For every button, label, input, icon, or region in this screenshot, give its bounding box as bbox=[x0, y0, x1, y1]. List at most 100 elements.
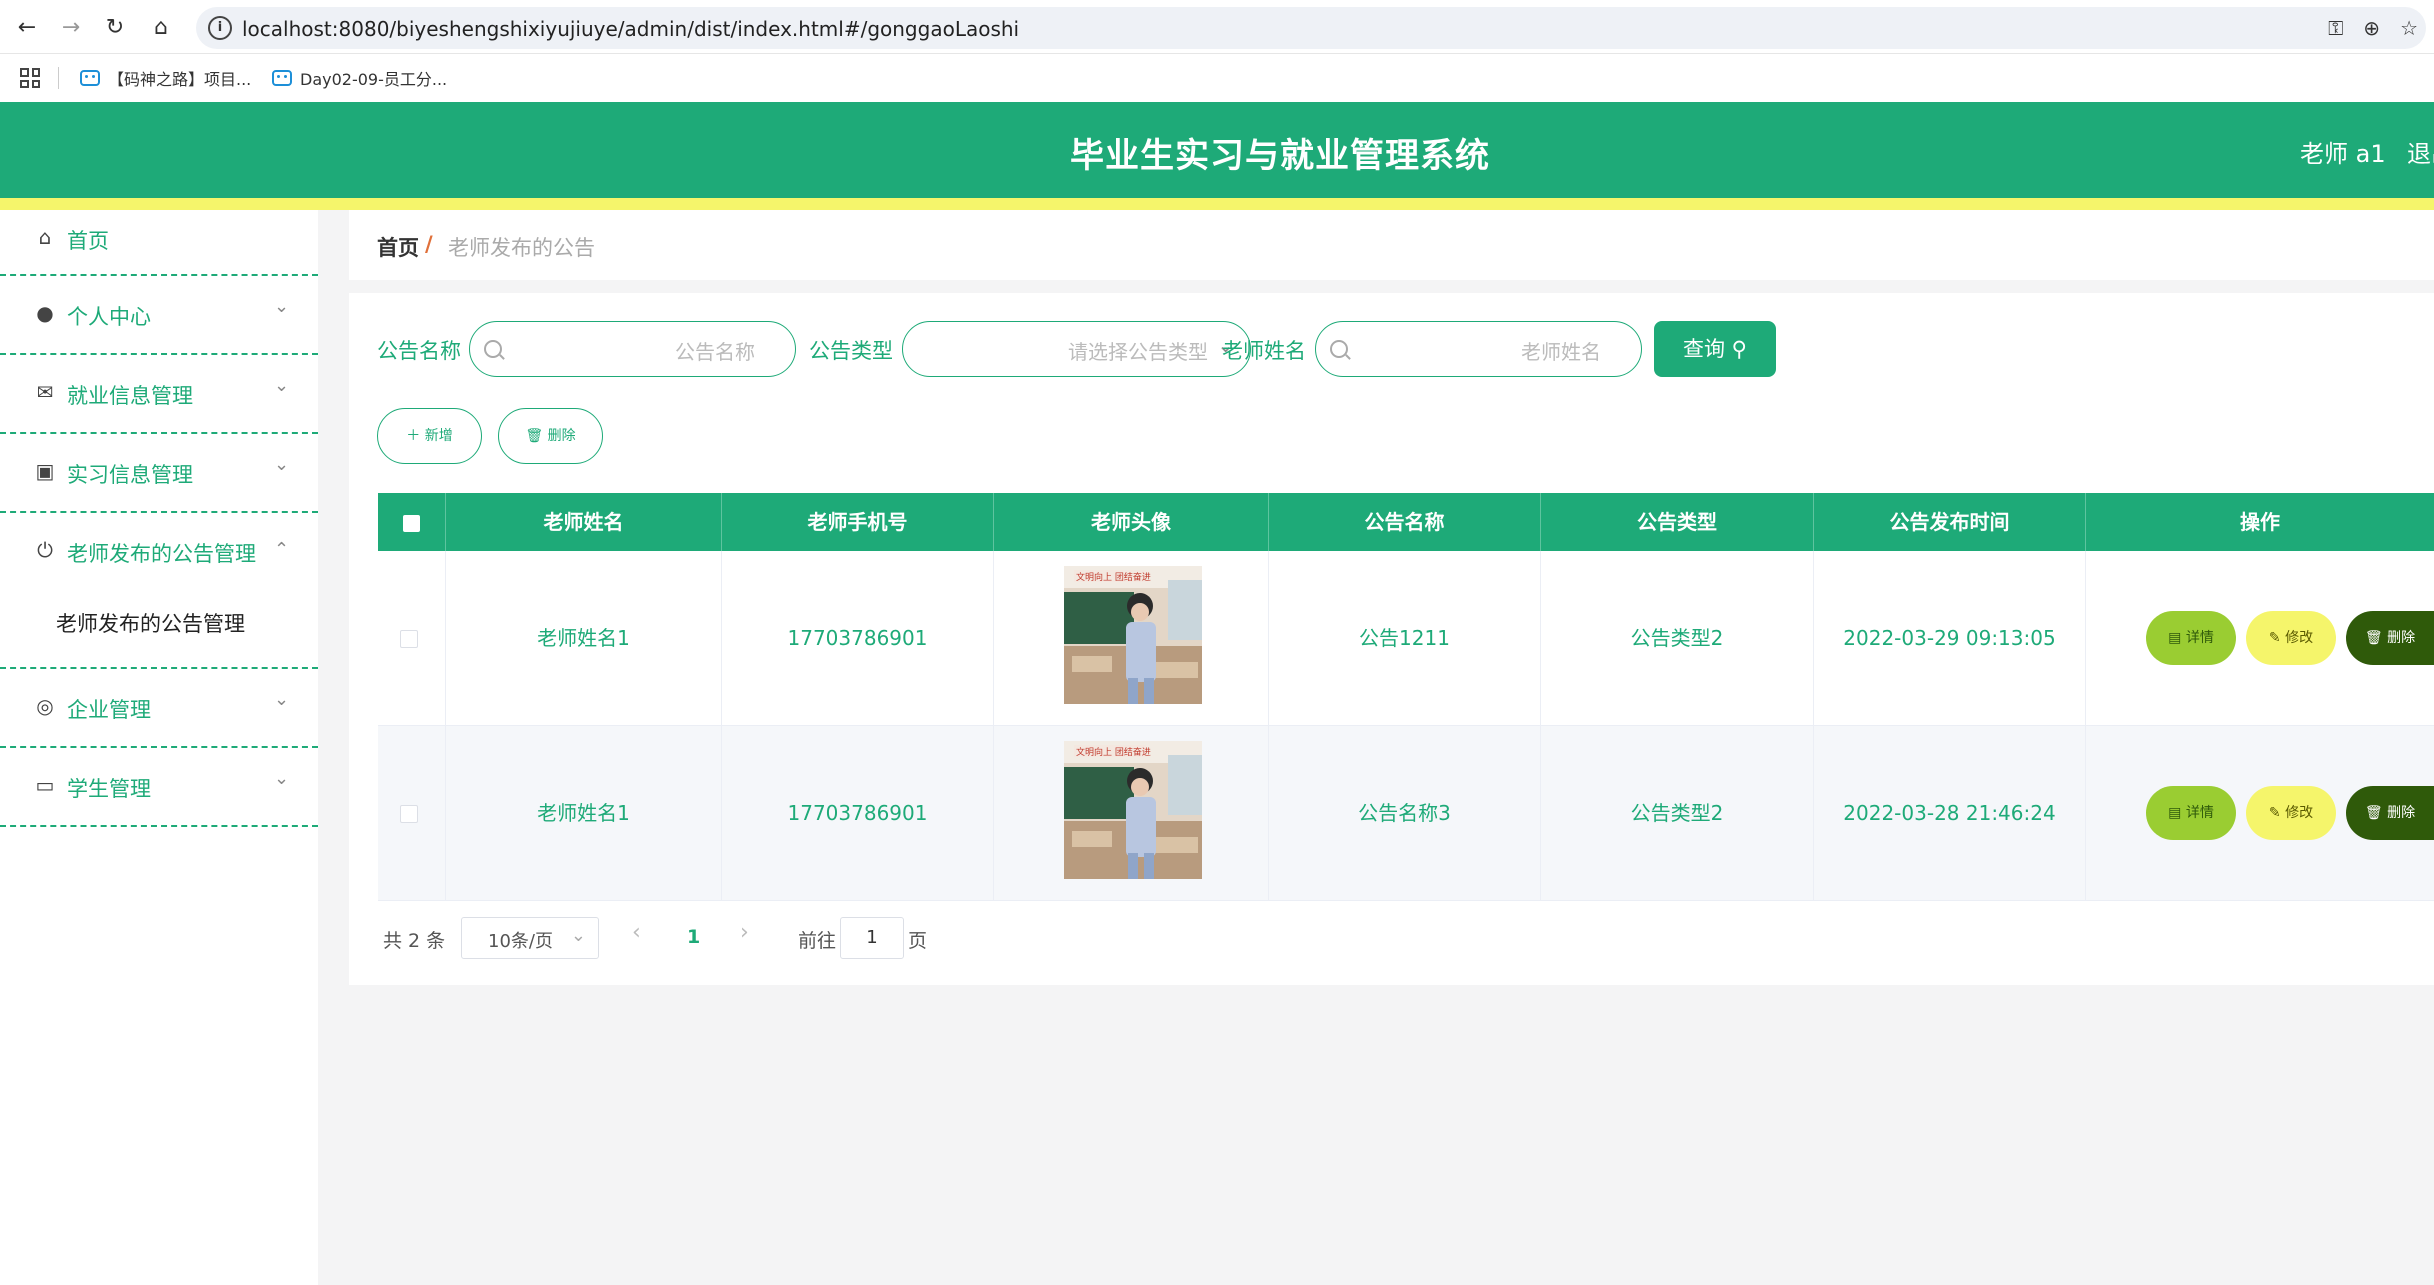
cell-notice-name: 公告名称3 bbox=[1269, 726, 1541, 901]
trash-icon: 🗑 bbox=[525, 428, 548, 444]
search-icon bbox=[1330, 340, 1348, 358]
sidebar-item-label: 个人中心 bbox=[67, 305, 151, 329]
detail-button[interactable]: ▤ 详情 bbox=[2146, 786, 2236, 840]
pencil-icon: ✎ bbox=[2268, 805, 2286, 821]
breadcrumb-home[interactable]: 首页 bbox=[377, 232, 419, 262]
logout-link[interactable]: 退出 bbox=[2407, 134, 2434, 169]
sidebar-item-teacher-notices[interactable]: ⏻ 老师发布的公告管理 ⌃ bbox=[0, 513, 318, 669]
cell-publish-time: 2022-03-28 21:46:24 bbox=[1814, 726, 2086, 901]
query-button-label: 查询 bbox=[1682, 337, 1725, 361]
plus-icon: ＋ bbox=[406, 428, 425, 444]
wallet-icon: ▣ bbox=[35, 459, 55, 483]
page-size-select[interactable]: 10条/页 ⌄ bbox=[461, 917, 599, 959]
site-info-icon[interactable]: i bbox=[208, 16, 232, 40]
bookmark-label: 【码神之路】项目... bbox=[108, 70, 252, 89]
sidebar-item-employment[interactable]: ✉ 就业信息管理 ⌄ bbox=[0, 355, 318, 434]
table-header: 老师姓名 老师手机号 老师头像 公告名称 公告类型 公告发布时间 操作 bbox=[378, 493, 2434, 551]
sidebar-item-personal-center[interactable]: ● 个人中心 ⌄ bbox=[0, 276, 318, 355]
chat-icon: ▭ bbox=[35, 773, 55, 797]
query-button[interactable]: 查询 ⚲ bbox=[1654, 321, 1776, 377]
teacher-avatar-image[interactable]: 文明向上 团结奋进 bbox=[1064, 741, 1202, 879]
row-checkbox[interactable] bbox=[400, 805, 418, 823]
next-page-icon[interactable]: › bbox=[740, 920, 749, 945]
add-button[interactable]: ＋ 新增 bbox=[377, 408, 482, 464]
page-suffix-label: 页 bbox=[908, 930, 928, 952]
svg-text:文明向上 团结奋进: 文明向上 团结奋进 bbox=[1076, 571, 1151, 583]
delete-button[interactable]: 🗑 删除 bbox=[2346, 786, 2434, 840]
lifebuoy-icon: ◎ bbox=[36, 694, 54, 718]
forward-icon[interactable]: → bbox=[56, 12, 86, 42]
delete-button-label: 删除 bbox=[2387, 805, 2416, 821]
prev-page-icon[interactable]: ‹ bbox=[632, 920, 641, 945]
sidebar-item-label: 首页 bbox=[67, 229, 109, 253]
edit-button-label: 修改 bbox=[2285, 630, 2314, 646]
home-browser-icon[interactable]: ⌂ bbox=[146, 12, 176, 42]
trash-icon: 🗑 bbox=[2364, 630, 2388, 646]
goto-page-input[interactable]: 1 bbox=[840, 917, 904, 959]
notice-type-select[interactable]: 请选择公告类型 ⌄ bbox=[902, 321, 1251, 377]
home-icon: ⌂ bbox=[38, 225, 52, 249]
cell-teacher-name: 老师姓名1 bbox=[446, 726, 722, 901]
goto-label: 前往 bbox=[798, 930, 837, 952]
bookmark-item[interactable]: Day02-09-员工分... bbox=[272, 66, 447, 90]
col-teacher-avatar: 老师头像 bbox=[994, 493, 1269, 551]
edit-button[interactable]: ✎ 修改 bbox=[2246, 611, 2336, 665]
detail-button[interactable]: ▤ 详情 bbox=[2146, 611, 2236, 665]
bookmark-item[interactable]: 【码神之路】项目... bbox=[80, 66, 251, 90]
sidebar-item-home[interactable]: ⌂ 首页 bbox=[0, 210, 318, 276]
power-icon: ⏻ bbox=[37, 538, 53, 562]
notice-name-input[interactable]: 公告名称 bbox=[469, 321, 796, 377]
teacher-name-input[interactable]: 老师姓名 bbox=[1315, 321, 1642, 377]
sidebar-item-internship[interactable]: ▣ 实习信息管理 ⌄ bbox=[0, 434, 318, 513]
sidebar: ⌂ 首页 ● 个人中心 ⌄ ✉ 就业信息管理 ⌄ ▣ 实习信息管理 ⌄ ⏻ 老师… bbox=[0, 210, 318, 1285]
apps-icon[interactable] bbox=[20, 68, 40, 88]
cell-notice-name: 公告1211 bbox=[1269, 551, 1541, 726]
notice-type-label: 公告类型 bbox=[809, 339, 893, 363]
doc-icon: ▤ bbox=[2168, 630, 2186, 646]
cell-teacher-phone: 17703786901 bbox=[722, 551, 994, 726]
trash-icon: 🗑 bbox=[2364, 805, 2388, 821]
key-icon[interactable]: ⚿ bbox=[2328, 16, 2343, 40]
add-button-label: 新增 bbox=[424, 428, 453, 444]
search-icon bbox=[484, 340, 502, 358]
sidebar-item-company[interactable]: ◎ 企业管理 ⌄ bbox=[0, 669, 318, 748]
pagination-total: 共 2 条 bbox=[383, 930, 446, 952]
reload-icon[interactable]: ↻ bbox=[100, 12, 130, 42]
browser-toolbar: ← → ↻ ⌂ i localhost:8080/biyeshengshixiy… bbox=[0, 0, 2434, 54]
bilibili-icon bbox=[272, 70, 292, 86]
row-checkbox[interactable] bbox=[400, 630, 418, 648]
row-select-cell bbox=[378, 726, 446, 901]
sidebar-item-label: 企业管理 bbox=[67, 698, 151, 722]
cell-notice-type: 公告类型2 bbox=[1541, 551, 1814, 726]
page-size-value: 10条/页 bbox=[488, 931, 553, 952]
sidebar-item-label: 实习信息管理 bbox=[67, 463, 193, 487]
doc-icon: ▤ bbox=[2168, 805, 2186, 821]
bookmark-divider bbox=[58, 67, 59, 89]
batch-delete-button[interactable]: 🗑 删除 bbox=[498, 408, 603, 464]
sidebar-item-students[interactable]: ▭ 学生管理 ⌄ bbox=[0, 748, 318, 827]
sidebar-item-label: 老师发布的公告管理 bbox=[67, 542, 256, 566]
zoom-icon[interactable]: ⊕ bbox=[2363, 16, 2380, 40]
back-icon[interactable]: ← bbox=[12, 12, 42, 42]
submenu-item-teacher-notices[interactable]: 老师发布的公告管理 bbox=[56, 608, 245, 638]
star-icon[interactable]: ☆ bbox=[2400, 16, 2418, 40]
select-all-checkbox[interactable] bbox=[403, 515, 420, 532]
user-name: 老师 a1 bbox=[2300, 140, 2386, 168]
table-row: 老师姓名1 17703786901 文明向上 团结奋进 公告名称3 公告类型2 … bbox=[378, 726, 2434, 901]
breadcrumb-current: 老师发布的公告 bbox=[448, 236, 595, 260]
bookmark-label: Day02-09-员工分... bbox=[300, 70, 448, 89]
page-number-current[interactable]: 1 bbox=[687, 926, 700, 948]
sidebar-item-label: 就业信息管理 bbox=[67, 384, 193, 408]
row-select-cell bbox=[378, 551, 446, 726]
address-bar[interactable]: i localhost:8080/biyeshengshixiyujiuye/a… bbox=[196, 7, 2426, 49]
app-title: 毕业生实习与就业管理系统 bbox=[1070, 136, 1490, 176]
input-placeholder: 老师姓名 bbox=[1521, 340, 1601, 364]
teacher-avatar-image[interactable]: 文明向上 团结奋进 bbox=[1064, 566, 1202, 704]
edit-button[interactable]: ✎ 修改 bbox=[2246, 786, 2336, 840]
col-notice-name: 公告名称 bbox=[1269, 493, 1541, 551]
delete-button[interactable]: 🗑 删除 bbox=[2346, 611, 2434, 665]
teacher-name-label: 老师姓名 bbox=[1222, 339, 1306, 363]
url-text[interactable]: localhost:8080/biyeshengshixiyujiuye/adm… bbox=[242, 17, 1019, 41]
breadcrumb-separator: / bbox=[425, 232, 433, 256]
delete-button-label: 删除 bbox=[547, 428, 576, 444]
